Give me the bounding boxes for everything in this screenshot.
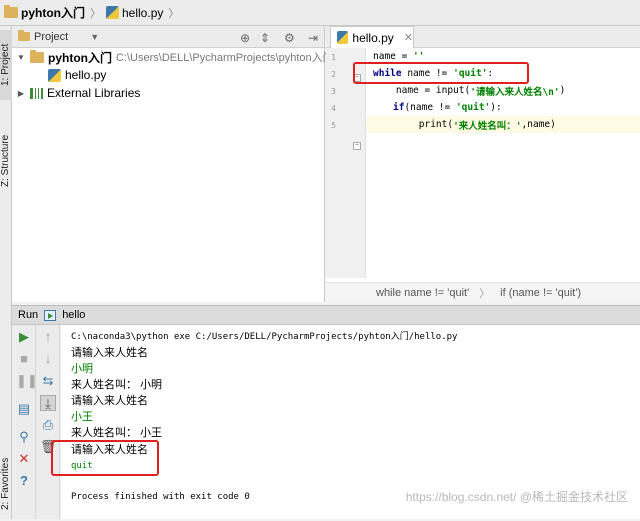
tree-external-libraries[interactable]: ▶ External Libraries — [16, 84, 140, 102]
code-token: print( — [373, 119, 454, 130]
collapse-icon[interactable]: ⇕ — [260, 31, 270, 45]
arrow-down-icon[interactable]: ↓ — [40, 351, 56, 367]
pause-icon[interactable]: ❚❚ — [16, 373, 38, 389]
python-file-icon — [48, 68, 61, 82]
run-config-tab[interactable]: hello — [62, 309, 85, 321]
tree-root-path: C:\Users\DELL\PycharmProjects\pyhton入门 — [116, 52, 334, 64]
code-token: name = input( — [373, 85, 471, 96]
left-tool-strip: 1: Project Z: Structure 2: Favorites — [0, 26, 12, 519]
line-number: 2 — [331, 70, 336, 79]
highlight-box-quit — [51, 440, 159, 476]
code-line-3: name = input('请输入来人姓名\n') — [373, 82, 565, 99]
breadcrumb-project[interactable]: pyhton入门 — [4, 4, 85, 21]
expand-arrow-icon[interactable]: ▼ — [16, 53, 26, 62]
tree-file-item[interactable]: hello.py — [48, 66, 106, 84]
stop-icon[interactable]: ■ — [16, 351, 32, 367]
run-panel-label: Run — [18, 309, 39, 321]
breadcrumb-separator: 〉 — [168, 7, 180, 20]
project-panel: Project ▼ ⊕ ⇕ ⚙ ⇥ ▼ pyhton入门 C:\Users\DE… — [12, 26, 334, 302]
print-icon[interactable]: ⎙ — [40, 417, 56, 433]
pin-icon[interactable]: ⚲ — [16, 429, 32, 445]
layout-icon[interactable]: ▤ — [16, 401, 32, 417]
code-token: (name != — [404, 102, 456, 113]
console-output-line: 来人姓名叫： 小明 — [71, 379, 163, 391]
code-string: '' — [413, 51, 425, 62]
breadcrumb-file-label: hello.py — [122, 5, 164, 20]
run-panel-header: Run hello — [12, 305, 640, 325]
editor-breadcrumb: while name != 'quit' 〉 if (name != 'quit… — [326, 282, 640, 302]
run-toolbar-primary: ▶ ■ ❚❚ ▤ ⚲ ✕ ? — [12, 325, 38, 519]
project-view-selector[interactable]: Project — [34, 31, 68, 43]
project-view-icon — [18, 30, 30, 41]
fold-icon[interactable]: − — [353, 142, 361, 150]
tool-tab-project[interactable]: 1: Project — [0, 30, 12, 100]
line-number: 4 — [331, 104, 336, 113]
code-token: ,name) — [521, 119, 556, 130]
rerun-icon[interactable]: ▶ — [16, 329, 32, 345]
code-token: ) — [559, 85, 566, 96]
tree-file-label: hello.py — [65, 68, 107, 82]
help-icon[interactable]: ? — [16, 473, 32, 489]
code-token: ): — [490, 102, 502, 113]
run-toolbar-secondary: ↑ ↓ ⇆ ⤓ ⎙ 🗑 — [36, 325, 60, 519]
library-icon — [30, 87, 43, 99]
run-config-icon — [44, 309, 57, 321]
editor-tab-hello[interactable]: hello.py ✕ — [330, 26, 414, 48]
tool-tab-structure[interactable]: Z: Structure — [0, 126, 12, 196]
python-file-icon — [337, 31, 349, 44]
navigation-bar: pyhton入门 〉 hello.py 〉 — [0, 0, 640, 26]
code-area[interactable]: name = '' while name != 'quit': name = i… — [353, 48, 640, 278]
tool-tab-favorites[interactable]: 2: Favorites — [0, 446, 12, 521]
gear-icon[interactable]: ⚙ — [284, 31, 295, 45]
code-token: name = — [373, 51, 414, 62]
code-keyword: if — [393, 102, 405, 113]
editor-tab-label: hello.py — [352, 30, 394, 45]
editor-tab-bar: hello.py ✕ — [326, 26, 640, 48]
tree-root-label: pyhton入门 — [48, 50, 112, 65]
code-editor: hello.py ✕ 1 2 3 4 5 − − name = '' while… — [326, 26, 640, 302]
line-number: 3 — [331, 87, 336, 96]
console-command-line: C:\naconda3\python exe C:/Users/DELL/Pyc… — [71, 331, 458, 342]
console-output-line: 请输入来人姓名 — [71, 395, 148, 407]
console-exit-message: Process finished with exit code 0 — [71, 492, 250, 502]
hide-icon[interactable]: ⇥ — [308, 31, 318, 45]
folder-icon — [4, 5, 18, 18]
line-number: 1 — [331, 53, 336, 62]
editor-breadcrumb-item[interactable]: while name != 'quit' — [376, 287, 469, 299]
code-string: 'quit' — [455, 102, 491, 113]
breadcrumb-file[interactable]: hello.py — [106, 6, 163, 20]
code-line-4: if (name != 'quit'): — [393, 99, 502, 116]
sync-icon[interactable]: ⊕ — [240, 31, 250, 45]
folder-icon — [30, 49, 44, 63]
project-toolbar: Project ▼ ⊕ ⇕ ⚙ ⇥ — [12, 26, 324, 48]
highlight-box-while — [353, 62, 529, 84]
breadcrumb-project-label: pyhton入门 — [21, 6, 85, 20]
collapse-arrow-icon[interactable]: ▶ — [16, 89, 26, 98]
chevron-down-icon[interactable]: ▼ — [90, 32, 99, 42]
tree-external-libraries-label: External Libraries — [47, 86, 141, 100]
watermark: https://blog.csdn.net/ @稀土掘金技术社区 — [405, 490, 628, 504]
code-string: '来人姓名叫：' — [453, 120, 522, 132]
console-input-line: 小明 — [71, 363, 93, 375]
line-number: 5 — [331, 121, 336, 130]
console-output-line: 来人姓名叫： 小王 — [71, 427, 163, 439]
editor-breadcrumb-item[interactable]: if (name != 'quit') — [500, 287, 581, 299]
breadcrumb-separator: 〉 — [90, 7, 101, 20]
tree-root[interactable]: ▼ pyhton入门 C:\Users\DELL\PycharmProjects… — [16, 48, 334, 66]
arrow-up-icon[interactable]: ↑ — [40, 329, 56, 345]
close-icon[interactable]: ✕ — [16, 451, 32, 467]
code-line-5: print('来人姓名叫：' ,name) — [373, 116, 556, 133]
console-output-line: 请输入来人姓名 — [71, 347, 148, 359]
breadcrumb-separator: 〉 — [479, 287, 491, 300]
code-string: '请输入来人姓名\n' — [470, 86, 560, 98]
console-input-line: 小王 — [71, 411, 93, 423]
scroll-to-end-icon[interactable]: ⤓ — [40, 395, 56, 411]
close-icon[interactable]: ✕ — [404, 31, 413, 44]
soft-wrap-icon[interactable]: ⇆ — [40, 373, 56, 389]
python-file-icon — [106, 6, 119, 19]
